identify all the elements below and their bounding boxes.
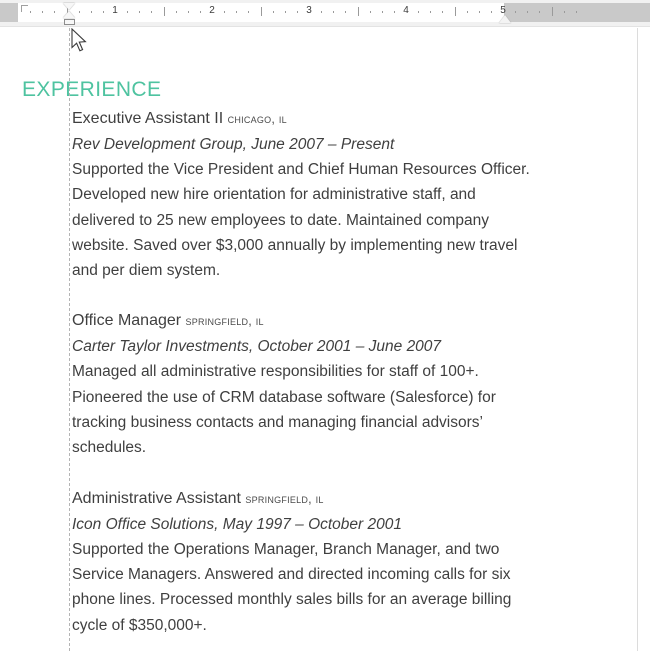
job-company-and-dates: Rev Development Group, June 2007 – Prese… — [72, 136, 395, 153]
ruler-inch-label: 1 — [112, 5, 118, 16]
ruler-eighth-inch-tick — [442, 11, 444, 13]
ruler-inch-label: 3 — [306, 5, 312, 16]
experience-entry: Administrative Assistant springfield, il… — [72, 486, 542, 638]
job-description: Supported the Vice President and Chief H… — [72, 161, 530, 280]
ruler-half-inch-tick — [260, 7, 262, 16]
job-company-and-dates: Carter Taylor Investments, October 2001 … — [72, 338, 442, 356]
ruler-eighth-inch-tick — [418, 11, 420, 13]
ruler-eighth-inch-tick — [248, 11, 250, 13]
ruler-eighth-inch-tick — [563, 11, 565, 13]
ruler-eighth-inch-tick — [527, 11, 529, 13]
ruler-eighth-inch-tick — [78, 11, 80, 13]
left-indent-marker[interactable] — [64, 19, 75, 25]
ruler-eighth-inch-tick — [102, 11, 104, 13]
first-line-indent-marker[interactable] — [63, 3, 75, 10]
document-page[interactable]: EXPERIENCE Executive Assistant II chicag… — [0, 28, 638, 651]
ruler-corner-bracket-icon — [21, 5, 28, 12]
experience-entry: Office Manager springfield, il Carter Tay… — [72, 308, 542, 460]
job-description: Managed all administrative responsibilit… — [72, 363, 496, 457]
experience-entry: Executive Assistant II chicago, il Rev De… — [72, 106, 542, 283]
ruler-half-inch-tick — [551, 7, 553, 16]
ruler-eighth-inch-tick — [175, 11, 177, 13]
ruler-eighth-inch-tick — [127, 11, 129, 13]
job-description: Supported the Operations Manager, Branch… — [72, 540, 512, 634]
ruler-eighth-inch-tick — [30, 11, 32, 13]
indent-drag-guide-line — [69, 28, 70, 651]
job-title: Executive Assistant II — [72, 110, 224, 127]
ruler-half-inch-tick — [454, 7, 456, 16]
ruler-eighth-inch-tick — [199, 11, 201, 13]
ruler-eighth-inch-tick — [369, 11, 371, 13]
job-location: springfield, il — [185, 314, 264, 329]
ruler-half-inch-tick — [357, 7, 359, 16]
horizontal-ruler[interactable]: 12345 — [0, 0, 650, 27]
job-title: Office Manager — [72, 312, 182, 330]
ruler-eighth-inch-tick — [321, 11, 323, 13]
ruler-half-inch-tick — [163, 7, 165, 16]
ruler-eighth-inch-tick — [224, 11, 226, 13]
job-location: springfield, il — [245, 491, 324, 506]
ruler-eighth-inch-tick — [478, 11, 480, 13]
job-title-line: Office Manager springfield, il — [72, 308, 542, 334]
hanging-indent-marker[interactable] — [63, 11, 75, 18]
experience-entries-list: Executive Assistant II chicago, il Rev De… — [72, 106, 542, 663]
ruler-eighth-inch-tick — [466, 11, 468, 13]
job-title: Administrative Assistant — [72, 489, 241, 507]
ruler-eighth-inch-tick — [515, 11, 517, 13]
ruler-right-margin-area[interactable] — [504, 3, 650, 22]
ruler-eighth-inch-tick — [430, 11, 432, 13]
ruler-inch-label: 2 — [209, 5, 215, 16]
job-location: chicago, il — [227, 112, 287, 126]
ruler-eighth-inch-tick — [272, 11, 274, 13]
ruler-eighth-inch-tick — [54, 11, 56, 13]
ruler-eighth-inch-tick — [575, 11, 577, 13]
ruler-eighth-inch-tick — [284, 11, 286, 13]
ruler-eighth-inch-tick — [490, 11, 492, 13]
ruler-left-margin-area[interactable] — [0, 3, 18, 22]
job-title-line: Administrative Assistant springfield, il — [72, 486, 542, 512]
ruler-eighth-inch-tick — [539, 11, 541, 13]
ruler-eighth-inch-tick — [393, 11, 395, 13]
ruler-eighth-inch-tick — [90, 11, 92, 13]
ruler-inch-label: 4 — [403, 5, 409, 16]
ruler-eighth-inch-tick — [151, 11, 153, 13]
ruler-eighth-inch-tick — [139, 11, 141, 13]
ruler-eighth-inch-tick — [236, 11, 238, 13]
ruler-eighth-inch-tick — [381, 11, 383, 13]
ruler-eighth-inch-tick — [187, 11, 189, 13]
job-company-and-dates: Icon Office Solutions, May 1997 – Octobe… — [72, 515, 402, 533]
ruler-eighth-inch-tick — [42, 11, 44, 13]
right-indent-marker[interactable] — [499, 15, 511, 23]
job-title-line: Executive Assistant II chicago, il — [72, 106, 542, 132]
ruler-eighth-inch-tick — [333, 11, 335, 13]
page-section-heading: EXPERIENCE — [22, 78, 162, 101]
ruler-eighth-inch-tick — [296, 11, 298, 13]
ruler-eighth-inch-tick — [345, 11, 347, 13]
